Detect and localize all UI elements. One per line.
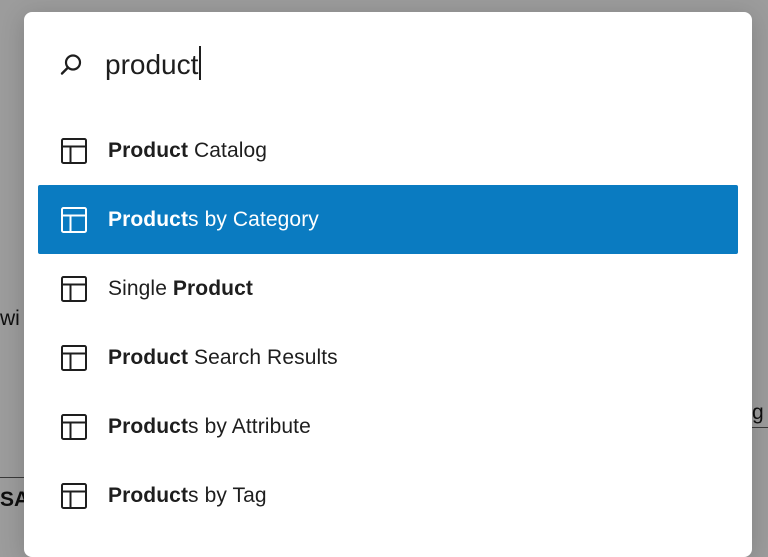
result-item[interactable]: Product Catalog [38, 116, 738, 185]
result-label: Product Catalog [108, 139, 268, 162]
search-input[interactable]: product [105, 46, 201, 82]
text-caret [199, 46, 201, 80]
result-item[interactable]: Products by Tag [38, 461, 738, 530]
search-input-value: product [105, 49, 199, 80]
template-layout-icon [60, 344, 88, 372]
background-divider [752, 427, 768, 428]
template-layout-icon [60, 482, 88, 510]
result-item-selected[interactable]: Products by Category [38, 185, 738, 254]
result-item[interactable]: Products by Attribute [38, 392, 738, 461]
result-label: Products by Attribute [108, 415, 311, 438]
search-icon [58, 52, 84, 78]
result-item[interactable]: Single Product [38, 254, 738, 323]
result-label: Products by Category [108, 208, 319, 231]
result-label: Products by Tag [108, 484, 267, 507]
background-divider [0, 477, 24, 478]
template-layout-icon [60, 206, 88, 234]
template-layout-icon [60, 137, 88, 165]
background-text-left: wi [0, 307, 20, 330]
result-label: Single Product [108, 277, 253, 300]
background-text-right: g [752, 401, 764, 424]
search-row: product [24, 12, 752, 116]
result-label: Product Search Results [108, 346, 338, 369]
template-layout-icon [60, 413, 88, 441]
results-list: Product Catalog Products by Category Sin… [38, 116, 738, 530]
command-palette: product Product Catalog Products by Cate… [24, 12, 752, 557]
template-layout-icon [60, 275, 88, 303]
result-item[interactable]: Product Search Results [38, 323, 738, 392]
